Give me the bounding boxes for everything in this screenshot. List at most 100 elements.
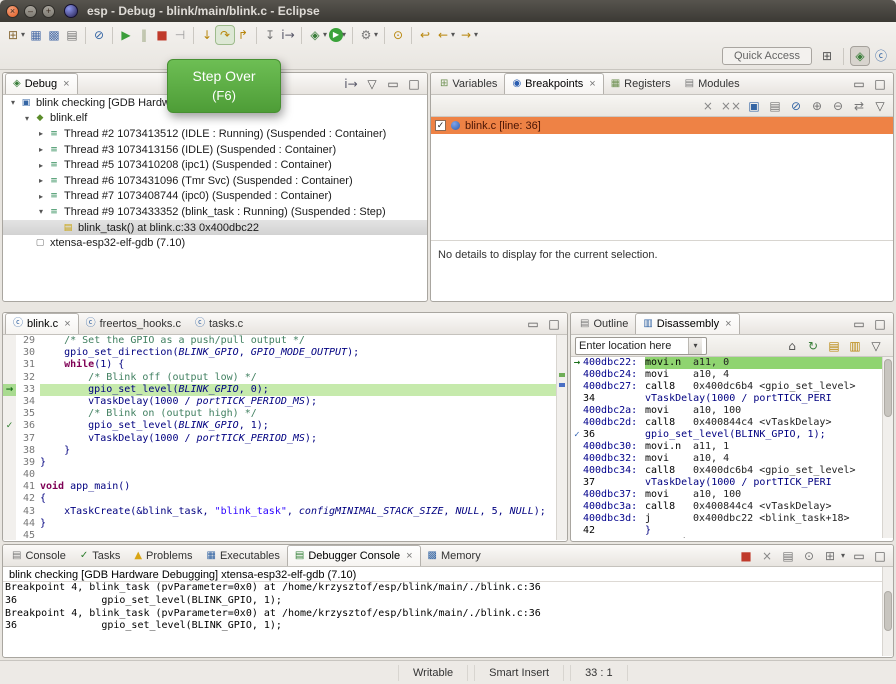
- save-icon[interactable]: ▦: [27, 26, 45, 44]
- link-with-debug-icon[interactable]: ⇄: [850, 97, 868, 115]
- tab-blink-c[interactable]: ⓒblink.c×: [5, 313, 79, 334]
- tab-registers[interactable]: ▦Registers: [604, 73, 678, 94]
- disassembly-row[interactable]: 37vTaskDelay(1000 / portTICK_PERI: [571, 477, 882, 489]
- window-close-button[interactable]: ×: [6, 5, 19, 18]
- disassembly-row[interactable]: 400dbc3d:j0x400dbc22 <blink_task+18>: [571, 513, 882, 525]
- console-output[interactable]: Breakpoint 4, blink_task (pvParameter=0x…: [3, 582, 882, 633]
- remove-breakpoint-icon[interactable]: ×: [699, 97, 717, 115]
- code-line[interactable]: 40: [3, 469, 556, 481]
- show-supported-breakpoints-icon[interactable]: ▣: [745, 97, 763, 115]
- save-all-icon[interactable]: ▩: [45, 26, 63, 44]
- remove-launch-icon[interactable]: ×: [758, 547, 776, 565]
- tree-collapsed-arrow-icon[interactable]: ▸: [35, 129, 47, 138]
- tree-collapsed-arrow-icon[interactable]: ▸: [35, 161, 47, 170]
- disassembly-row[interactable]: →400dbc22:movi.na11, 0: [571, 357, 882, 369]
- debug-tree-item[interactable]: ▸≡Thread #6 1073431096 (Tmr Svc) (Suspen…: [3, 173, 427, 189]
- code-line[interactable]: ✓36 gpio_set_level(BLINK_GPIO, 1);: [3, 420, 556, 432]
- collapse-all-icon[interactable]: ⊖: [829, 97, 847, 115]
- view-menu-icon[interactable]: ▽: [363, 75, 381, 93]
- debug-tree-item[interactable]: ▸≡Thread #7 1073408744 (ipc0) (Suspended…: [3, 189, 427, 205]
- console-scrollbar[interactable]: [882, 567, 893, 656]
- code-line[interactable]: 30 gpio_set_direction(BLINK_GPIO, GPIO_M…: [3, 347, 556, 359]
- tab-breakpoints[interactable]: ◉Breakpoints×: [504, 73, 603, 94]
- chevron-down-icon[interactable]: ▾: [688, 338, 702, 354]
- maximize-icon[interactable]: □: [871, 315, 889, 333]
- debug-tree-item[interactable]: ▸≡Thread #2 1073413512 (IDLE : Running) …: [3, 126, 427, 142]
- tab-variables[interactable]: ⊞Variables: [433, 73, 504, 94]
- view-menu-icon[interactable]: ▽: [871, 97, 889, 115]
- code-line[interactable]: 37 vTaskDelay(1000 / portTICK_PERIOD_MS)…: [3, 433, 556, 445]
- close-icon[interactable]: ×: [406, 550, 412, 562]
- minimize-icon[interactable]: ▭: [524, 315, 542, 333]
- tab-debugger-console[interactable]: ▤Debugger Console×: [287, 545, 421, 566]
- code-line[interactable]: 31 while(1) {: [3, 359, 556, 371]
- debug-tree-item[interactable]: ▸≡Thread #5 1073410208 (ipc1) (Suspended…: [3, 157, 427, 173]
- disassembly-row[interactable]: 400dbc37:movia10, 100: [571, 489, 882, 501]
- debug-tree-item[interactable]: ▤blink_task() at blink.c:33 0x400dbc22: [3, 220, 427, 236]
- tab-memory[interactable]: ▩Memory: [421, 545, 488, 566]
- print-icon[interactable]: ▤: [63, 26, 81, 44]
- code-line[interactable]: 45: [3, 530, 556, 540]
- location-input[interactable]: [576, 340, 688, 352]
- tab-problems[interactable]: ▲Problems: [127, 545, 199, 566]
- breakpoint-row[interactable]: ✓ blink.c [line: 36]: [431, 117, 893, 134]
- disassembly-row[interactable]: 400dbc30:movi.na11, 1: [571, 441, 882, 453]
- skip-all-breakpoints-icon[interactable]: ⊘: [787, 97, 805, 115]
- disassembly-row[interactable]: ✓36gpio_set_level(BLINK_GPIO, 1);: [571, 429, 882, 441]
- expand-all-icon[interactable]: ⊕: [808, 97, 826, 115]
- overview-current-line-marker[interactable]: [559, 373, 565, 377]
- code-line[interactable]: 41void app_main(): [3, 481, 556, 493]
- show-opcodes-icon[interactable]: ▥: [846, 337, 864, 355]
- code-line[interactable]: 38 }: [3, 445, 556, 457]
- close-icon[interactable]: ×: [725, 318, 731, 330]
- instruction-stepping-icon[interactable]: i→: [279, 26, 297, 44]
- tree-collapsed-arrow-icon[interactable]: ▸: [35, 145, 47, 154]
- step-into-icon[interactable]: ↓: [198, 26, 216, 44]
- tab-tasks[interactable]: ✓Tasks: [73, 545, 128, 566]
- code-line[interactable]: 32 /* Blink off (output low) */: [3, 372, 556, 384]
- open-perspective-icon[interactable]: ⊞: [818, 47, 836, 65]
- minimize-icon[interactable]: ▭: [850, 315, 868, 333]
- close-icon[interactable]: ×: [64, 318, 70, 330]
- refresh-icon[interactable]: ↻: [804, 337, 822, 355]
- disassembly-row[interactable]: 400dbc32:movia10, 4: [571, 453, 882, 465]
- maximize-icon[interactable]: □: [871, 547, 889, 565]
- code-line[interactable]: →33 gpio_set_level(BLINK_GPIO, 0);: [3, 384, 556, 396]
- tree-expanded-arrow-icon[interactable]: ▾: [21, 114, 33, 123]
- disassembly-row[interactable]: 400dbc24:movia10, 4: [571, 369, 882, 381]
- code-line[interactable]: 43 xTaskCreate(&blink_task, "blink_task"…: [3, 506, 556, 518]
- tree-collapsed-arrow-icon[interactable]: ▸: [35, 192, 47, 201]
- step-return-icon[interactable]: ↱: [234, 26, 252, 44]
- tab-modules[interactable]: ▤Modules: [678, 73, 747, 94]
- tab-freertos-hooks-c[interactable]: ⓒfreertos_hooks.c: [79, 313, 188, 334]
- pin-console-icon[interactable]: ⊙: [800, 547, 818, 565]
- tab-tasks-c[interactable]: ⓒtasks.c: [188, 313, 250, 334]
- drop-to-frame-icon[interactable]: ↧: [261, 26, 279, 44]
- resume-icon[interactable]: ▶: [117, 26, 135, 44]
- code-line[interactable]: 29 /* Set the GPIO as a push/pull output…: [3, 335, 556, 347]
- disconnect-icon[interactable]: ⊣: [171, 26, 189, 44]
- breakpoint-checkbox[interactable]: ✓: [435, 120, 446, 131]
- code-line[interactable]: 35 /* Blink on (output high) */: [3, 408, 556, 420]
- disassembly-row[interactable]: 400dbc2a:movia10, 100: [571, 405, 882, 417]
- clear-console-icon[interactable]: ▤: [779, 547, 797, 565]
- tree-expanded-arrow-icon[interactable]: ▾: [7, 98, 19, 107]
- go-to-file-icon[interactable]: ▤: [766, 97, 784, 115]
- terminate-icon[interactable]: ■: [153, 26, 171, 44]
- dropdown-icon[interactable]: ▾: [449, 26, 457, 44]
- close-icon[interactable]: ×: [63, 78, 69, 90]
- remove-all-breakpoints-icon[interactable]: ××: [720, 97, 742, 115]
- disassembly-row[interactable]: 400dbc27:call80x400dc6b4 <gpio_set_level…: [571, 381, 882, 393]
- minimize-icon[interactable]: ▭: [384, 75, 402, 93]
- window-minimize-button[interactable]: –: [24, 5, 37, 18]
- maximize-icon[interactable]: □: [545, 315, 563, 333]
- dropdown-icon[interactable]: ▾: [372, 26, 380, 44]
- maximize-icon[interactable]: □: [405, 75, 423, 93]
- quick-access-button[interactable]: Quick Access: [722, 47, 812, 65]
- dropdown-icon[interactable]: ▾: [321, 26, 329, 44]
- last-edit-location-icon[interactable]: ↩: [416, 26, 434, 44]
- window-maximize-button[interactable]: +: [42, 5, 55, 18]
- code-line[interactable]: 44}: [3, 518, 556, 530]
- disassembly-row[interactable]: 400dbc34:call80x400dc6b4 <gpio_set_level…: [571, 465, 882, 477]
- tree-expanded-arrow-icon[interactable]: ▾: [35, 207, 47, 216]
